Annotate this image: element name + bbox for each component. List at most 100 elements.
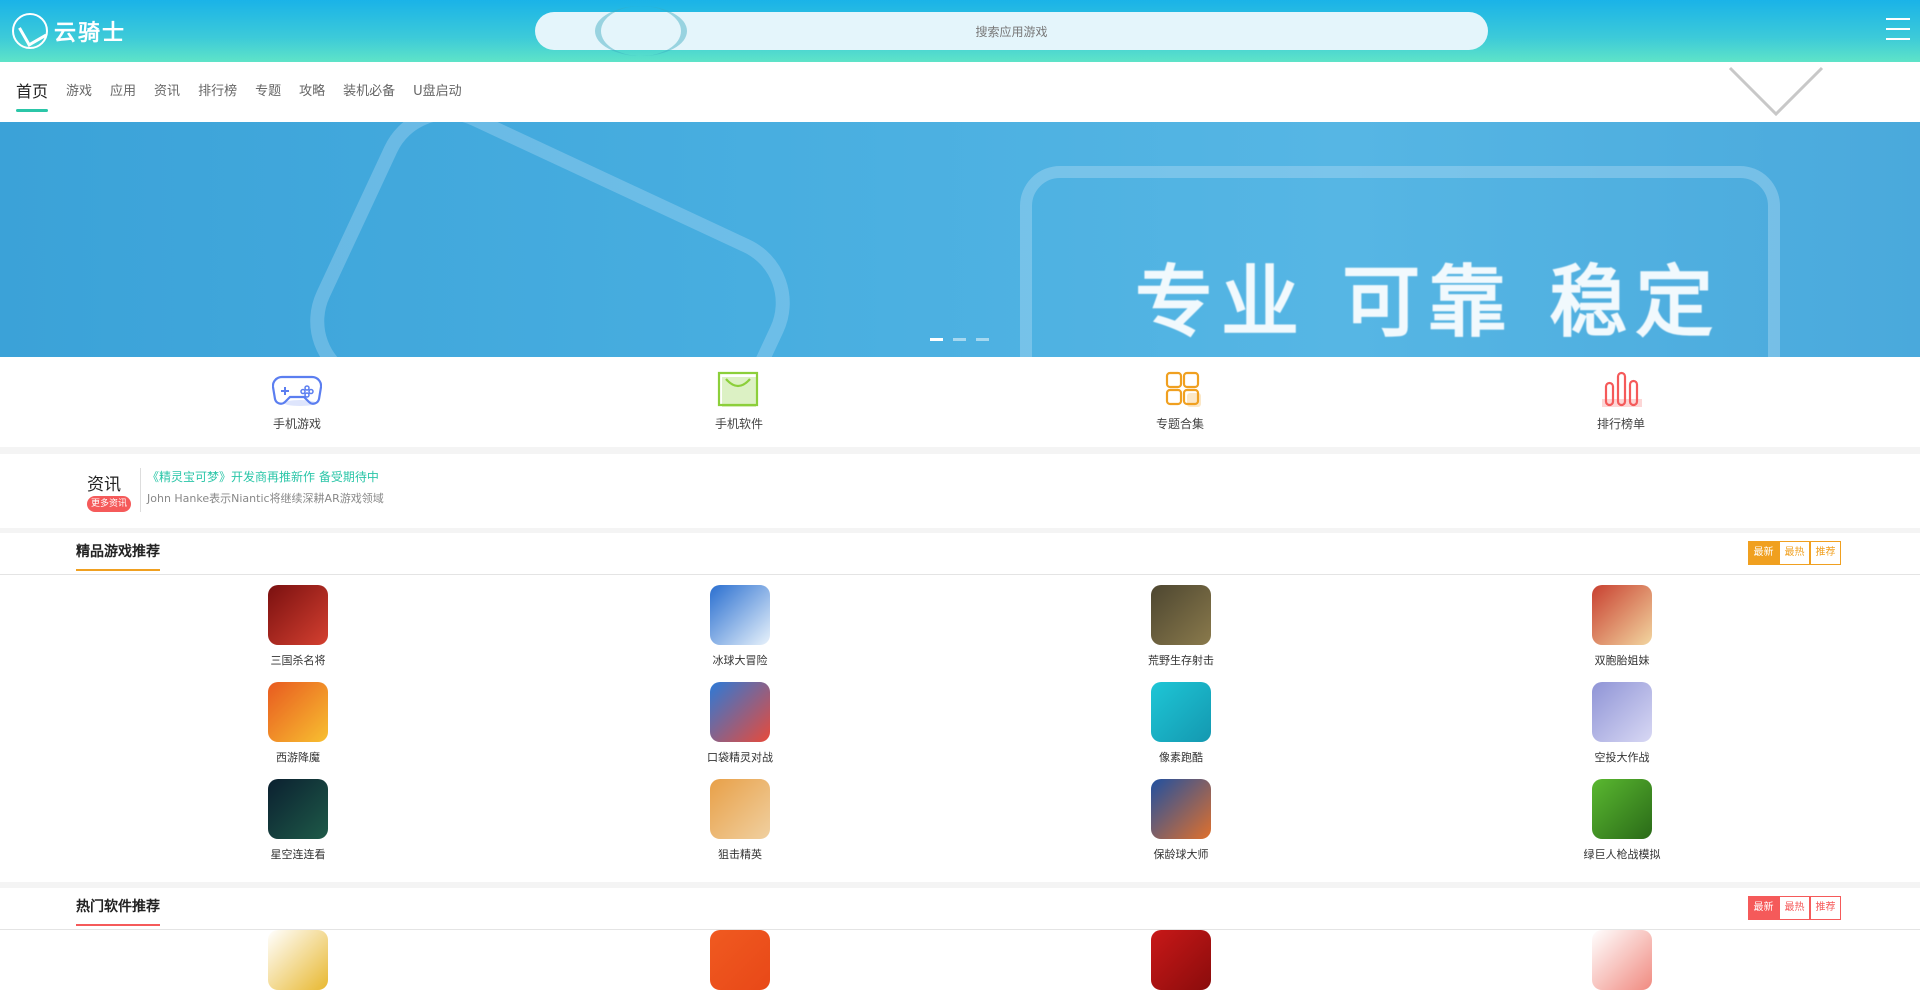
app-icon[interactable] (710, 682, 770, 742)
app-item[interactable]: 西游降魔 (238, 682, 358, 765)
hamburger-menu-icon[interactable] (1886, 18, 1910, 44)
filter-tab[interactable]: 最新 (1748, 896, 1779, 920)
chevron-down-icon[interactable] (1728, 66, 1824, 118)
category-label: 专题合集 (1155, 417, 1204, 431)
category-mobile-games[interactable]: 手机游戏 (237, 369, 357, 432)
more-news-badge[interactable]: 更多资讯 (87, 496, 131, 512)
news-headline-link[interactable]: 《精灵宝可梦》开发商再推新作 备受期待中 (147, 468, 379, 485)
app-name: 星空连连看 (270, 848, 326, 861)
app-icon[interactable] (1592, 779, 1652, 839)
app-icon[interactable] (268, 930, 328, 990)
app-icon[interactable] (710, 585, 770, 645)
hero-banner[interactable]: 专业 可靠 稳定 (0, 122, 1920, 357)
category-row: 手机游戏 手机软件 专题合集 排行榜单 (0, 357, 1920, 447)
shopping-bag-icon (717, 371, 759, 407)
app-icon[interactable] (1151, 585, 1211, 645)
category-label: 手机软件 (714, 417, 763, 431)
app-name: 像素跑酷 (1159, 751, 1203, 764)
app-name: 狙击精英 (718, 848, 762, 861)
app-name: 绿巨人枪战模拟 (1583, 848, 1661, 861)
app-item[interactable]: 空投大作战 (1562, 682, 1682, 765)
divider (0, 447, 1920, 454)
nav-tab[interactable]: U盘启动 (413, 62, 462, 122)
software-recommend-section: 热门软件推荐 最新最热推荐光明园迪 视频播放器 上哥 桃子视频 (0, 888, 1920, 993)
app-name: 冰球大冒险 (712, 654, 768, 667)
nav-tab[interactable]: 资讯 (154, 62, 180, 122)
app-item[interactable]: 三国杀名将 (238, 585, 358, 668)
app-icon[interactable] (268, 585, 328, 645)
section-title: 热门软件推荐 (76, 896, 160, 926)
nav-tab[interactable]: 首页 (16, 62, 49, 122)
section-header: 热门软件推荐 最新 最热 推荐 (0, 888, 1920, 930)
search-input[interactable]: 搜索应用游戏 (535, 6, 1488, 56)
news-subline-link[interactable]: John Hanke表示Niantic将继续深耕AR游戏领域 (147, 490, 384, 506)
app-name: 空投大作战 (1594, 751, 1650, 764)
category-collections[interactable]: 专题合集 (1120, 369, 1240, 432)
filter-tab[interactable]: 最热 (1779, 541, 1810, 565)
app-item[interactable]: 星空连连看 (238, 779, 358, 862)
app-item[interactable]: 狙击精英 (680, 779, 800, 862)
divider (140, 468, 141, 512)
carousel-dot[interactable] (953, 338, 966, 341)
app-item[interactable]: 保龄球大师 (1121, 779, 1241, 862)
section-title: 精品游戏推荐 (76, 541, 160, 571)
app-item[interactable]: 口袋精灵对战 (680, 682, 800, 765)
search-decoration-icon (595, 6, 687, 56)
app-item[interactable]: 双胞胎姐妹 (1562, 585, 1682, 668)
section-filter-tabs: 最新 最热 推荐 (1748, 541, 1841, 565)
nav-tab[interactable]: 游戏 (66, 62, 92, 122)
app-name: 西游降魔 (276, 751, 320, 764)
app-icon[interactable] (1151, 930, 1211, 990)
app-name: 三国杀名将 (270, 654, 326, 667)
nav-tabs: 首页 游戏 应用 资讯 排行榜 专题 攻略 装机必备 U盘启动 (16, 62, 462, 122)
app-icon[interactable] (710, 779, 770, 839)
app-item[interactable]: 荒野生存射击 (1121, 585, 1241, 668)
news-title: 资讯 (87, 475, 121, 495)
app-item[interactable]: 上哥 (1121, 930, 1241, 993)
app-icon[interactable] (268, 682, 328, 742)
nav-tab[interactable]: 专题 (255, 62, 281, 122)
nav-tab[interactable]: 装机必备 (343, 62, 395, 122)
gamepad-icon (272, 375, 322, 406)
nav-tab[interactable]: 应用 (110, 62, 136, 122)
news-bar: 资讯 更多资讯 《精灵宝可梦》开发商再推新作 备受期待中 John Hanke表… (0, 454, 1920, 528)
knight-logo-icon (12, 13, 48, 49)
banner-slogan: 专业 可靠 稳定 (1135, 258, 1722, 348)
nav-tab[interactable]: 排行榜 (198, 62, 237, 122)
game-recommend-section: 精品游戏推荐 最新 最热 推荐三国杀名将 冰球大冒险 荒野生存射击 双胞胎姐妹西游降魔 口袋精… (0, 533, 1920, 882)
app-item[interactable]: 像素跑酷 (1121, 682, 1241, 765)
site-logo[interactable]: 云骑士 (12, 12, 126, 50)
category-label: 排行榜单 (1596, 417, 1645, 431)
carousel-dot[interactable] (930, 338, 943, 341)
carousel-dot[interactable] (976, 338, 989, 341)
app-icon[interactable] (1151, 682, 1211, 742)
app-icon[interactable] (268, 779, 328, 839)
app-item[interactable]: 桃子视频 (1562, 930, 1682, 993)
carousel-dots (930, 338, 989, 341)
app-item[interactable]: 绿巨人枪战模拟 (1562, 779, 1682, 862)
filter-tab[interactable]: 最新 (1748, 541, 1779, 565)
app-icon[interactable] (1592, 930, 1652, 990)
app-icon[interactable] (710, 930, 770, 990)
app-icon[interactable] (1592, 682, 1652, 742)
app-name: 荒野生存射击 (1148, 654, 1214, 667)
category-rankings[interactable]: 排行榜单 (1561, 369, 1681, 432)
app-name: 双胞胎姐妹 (1594, 654, 1650, 667)
grid-apps-icon (1165, 371, 1201, 407)
app-icon[interactable] (1151, 779, 1211, 839)
app-name: 保龄球大师 (1153, 848, 1209, 861)
app-item[interactable]: 光明园迪 (238, 930, 358, 993)
app-icon[interactable] (1592, 585, 1652, 645)
nav-tab[interactable]: 攻略 (299, 62, 325, 122)
app-item[interactable]: 冰球大冒险 (680, 585, 800, 668)
section-filter-tabs: 最新 最热 推荐 (1748, 896, 1841, 920)
filter-tab[interactable]: 推荐 (1810, 541, 1841, 565)
main-nav: 首页 游戏 应用 资讯 排行榜 专题 攻略 装机必备 U盘启动 (0, 62, 1920, 122)
filter-tab[interactable]: 最热 (1779, 896, 1810, 920)
banner-decoration (287, 122, 813, 357)
category-mobile-apps[interactable]: 手机软件 (679, 369, 799, 432)
app-name: 口袋精灵对战 (707, 751, 773, 764)
filter-tab[interactable]: 推荐 (1810, 896, 1841, 920)
section-header: 精品游戏推荐 最新 最热 推荐 (0, 533, 1920, 575)
app-item[interactable]: 视频播放器 (680, 930, 800, 993)
